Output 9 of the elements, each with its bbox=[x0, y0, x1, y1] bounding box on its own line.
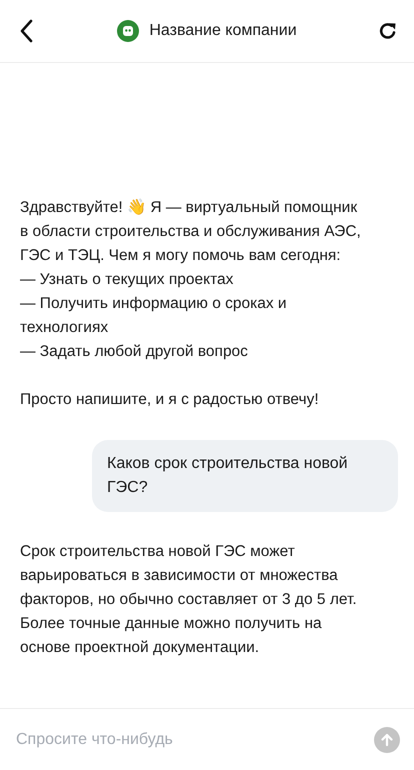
bot-logo-icon bbox=[117, 20, 140, 42]
company-title: Название компании bbox=[149, 21, 297, 41]
bot-message: Срок строительства новой ГЭС может варьироваться в зависимости от множества факторов, но обычно составляет от 3 до 5 лет. Более точные данные можно получить на основе проектной документации. bbox=[20, 542, 358, 658]
arrow-up-icon bbox=[380, 732, 394, 746]
refresh-icon bbox=[378, 21, 398, 41]
message-input[interactable]: Спросите что-нибудь bbox=[16, 728, 366, 752]
user-message: Каков срок строительства новой ГЭС? bbox=[92, 440, 398, 512]
back-icon bbox=[19, 19, 33, 43]
bot-message: Здравствуйте! 👋 Я — виртуальный помощник в области строительства и обслуживания АЭС, ГЭС и ТЭЦ. Чем я могу помочь вам сегодня: — Узнать о текущих проектах — Получить информацию о сроках и технологиях — Задать любой другой вопрос Просто напишите, и я с радостью отвечу! bbox=[20, 198, 362, 410]
